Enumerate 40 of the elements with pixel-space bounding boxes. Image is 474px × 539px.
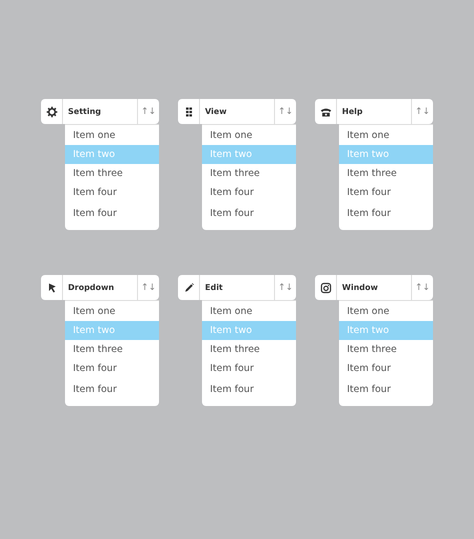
menu-item[interactable]: Item four	[65, 359, 159, 378]
menu-item[interactable]: Item three	[202, 164, 296, 183]
sort-button[interactable]: ↑↓	[138, 99, 159, 124]
sort-button[interactable]: ↑↓	[275, 99, 296, 124]
pencil-icon	[182, 282, 194, 294]
menu-item[interactable]: Item four	[202, 202, 296, 224]
menu-item[interactable]: Item four	[339, 359, 433, 378]
menu-item[interactable]: Item four	[339, 183, 433, 202]
menu-item[interactable]: Item one	[65, 302, 159, 321]
camera-icon	[320, 282, 332, 294]
menu-item[interactable]: Item four	[339, 202, 433, 224]
sort-button[interactable]: ↑↓	[138, 275, 159, 300]
menu-item[interactable]: Item three	[202, 340, 296, 359]
menu-title: Dropdown	[63, 275, 138, 300]
menu-item[interactable]: Item one	[65, 126, 159, 145]
menu-item[interactable]: Item four	[65, 378, 159, 400]
menu-item[interactable]: Item four	[65, 183, 159, 202]
menu-item[interactable]: Item one	[339, 302, 433, 321]
sort-button[interactable]: ↑↓	[275, 275, 296, 300]
menu-item[interactable]: Item four	[202, 359, 296, 378]
telephone-icon	[320, 106, 332, 118]
menu-title: Setting	[63, 99, 138, 124]
sort-button[interactable]: ↑↓	[412, 275, 433, 300]
menu-title: Help	[337, 99, 412, 124]
menu-item[interactable]: Item four	[65, 202, 159, 224]
menu-item[interactable]: Item four	[202, 378, 296, 400]
menu-item[interactable]: Item three	[339, 164, 433, 183]
sort-button[interactable]: ↑↓	[412, 99, 433, 124]
gear-icon	[46, 106, 58, 118]
menu-item[interactable]: Item three	[339, 340, 433, 359]
menu-item[interactable]: Item four	[339, 378, 433, 400]
menu-title: Window	[337, 275, 412, 300]
menu-item[interactable]: Item one	[339, 126, 433, 145]
menu-title: View	[200, 99, 275, 124]
menu-title: Edit	[200, 275, 275, 300]
menu-item[interactable]: Item one	[202, 126, 296, 145]
menu-item[interactable]: Item four	[202, 183, 296, 202]
menu-item[interactable]: Item one	[202, 302, 296, 321]
menu-item[interactable]: Item three	[65, 340, 159, 359]
menu-item[interactable]: Item three	[65, 164, 159, 183]
